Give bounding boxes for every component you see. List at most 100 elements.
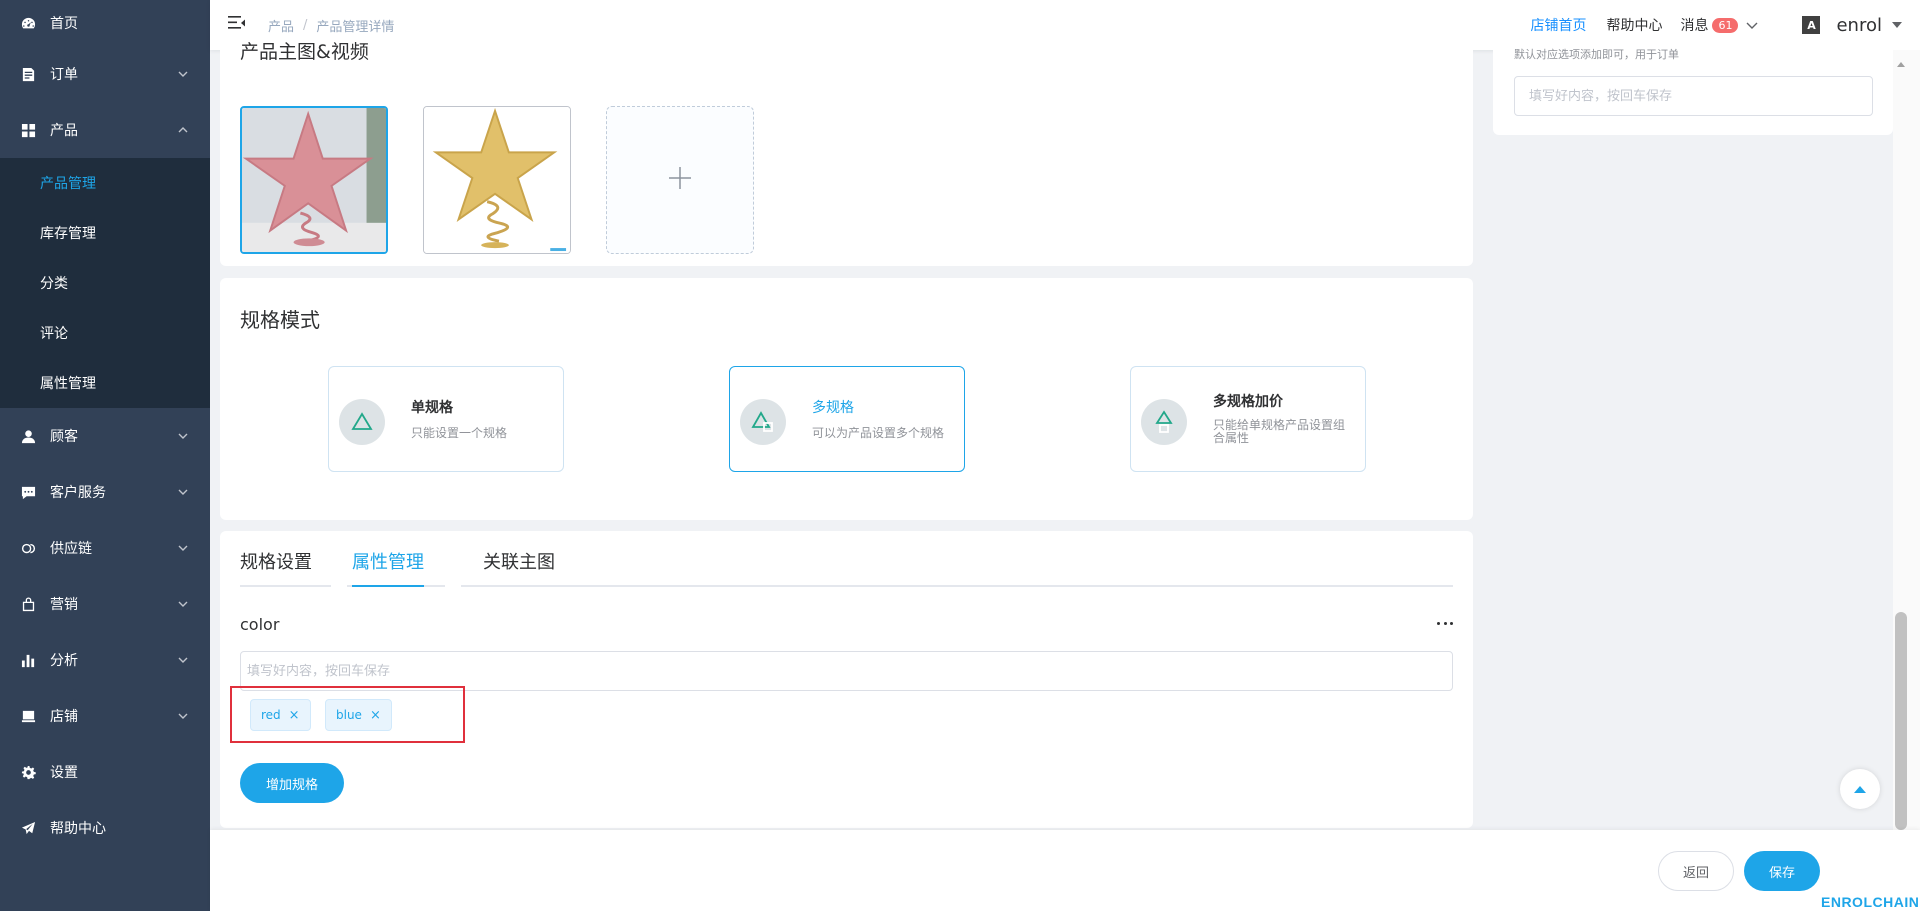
gear-icon [20,764,36,780]
spec-mode-title: 规格模式 [240,308,320,332]
user-name[interactable]: enrol [1836,15,1882,36]
tag-label: blue [336,708,362,722]
tab-spec-settings[interactable]: 规格设置 [240,551,312,587]
spec-mode-card: 规格模式 单规格 只能设置一个规格 多规格 可以为产品设置多个规格 多规格加价 … [220,278,1473,520]
triangle-icon [339,399,385,445]
spec-option-name: 单规格 [411,400,453,416]
sidebar-item-label: 设置 [50,765,78,781]
tag-label: red [261,708,281,722]
sidebar-item-supply-chain[interactable]: 供应链 [0,520,210,576]
send-icon [20,820,36,836]
breadcrumb: 产品 / 产品管理详情 [268,16,394,35]
order-icon [20,66,36,82]
sidebar-item-customers[interactable]: 顾客 [0,408,210,464]
attribute-card: 规格设置 属性管理 关联主图 color red × blue × 增加规格 [220,531,1473,828]
tab-gap [445,585,461,587]
sidebar-item-label: 店铺 [50,709,78,725]
message-count-badge: 61 [1712,17,1739,33]
caret-up-icon [1854,785,1866,793]
triangle-square-icon [740,399,786,445]
sidebar-item-product-management[interactable]: 产品管理 [0,158,210,208]
breadcrumb-item-current: 产品管理详情 [316,20,395,35]
close-icon[interactable]: × [370,708,381,723]
brand-logo-text: ENROLCHAIN [1821,894,1920,910]
attribute-tag-blue: blue × [325,699,392,731]
right-panel-cutoff-text: 默认对应选项添加即可，用于订单 [1514,48,1679,61]
upload-image-button[interactable] [606,106,754,254]
user-icon [20,428,36,444]
sidebar-item-store[interactable]: 店铺 [0,688,210,744]
sidebar-item-settings[interactable]: 设置 [0,744,210,800]
triangle-square-icon [1141,399,1187,445]
sidebar-item-label: 帮助中心 [50,821,106,837]
spec-option-desc: 只能设置一个规格 [411,426,508,440]
spec-option-single[interactable]: 单规格 只能设置一个规格 [328,366,564,472]
sidebar-item-marketing[interactable]: 营销 [0,576,210,632]
tab-linked-main-image[interactable]: 关联主图 [483,551,555,587]
chevron-down-icon [178,541,188,551]
sidebar-item-label: 顾客 [50,429,78,445]
right-panel-input[interactable] [1514,76,1873,116]
save-button[interactable]: 保存 [1744,851,1820,891]
scroll-up-icon[interactable] [1897,62,1905,67]
grid-icon [20,122,36,138]
footer-bar: 返回 保存 ENROLCHAIN [210,830,1920,911]
link-icon [20,540,36,556]
sidebar-item-label: 营销 [50,597,78,613]
sidebar-item-label: 客户服务 [50,485,106,501]
chat-icon [20,484,36,500]
tab-attribute-management[interactable]: 属性管理 [352,551,424,587]
sidebar-item-attributes[interactable]: 属性管理 [0,358,210,408]
attribute-name: color [240,615,280,634]
spec-option-name: 多规格 [812,400,854,416]
add-spec-button[interactable]: 增加规格 [240,763,344,803]
chevron-down-icon [178,67,188,77]
caret-down-icon[interactable] [1892,22,1902,28]
back-button[interactable]: 返回 [1658,851,1734,891]
sidebar-item-reviews[interactable]: 评论 [0,308,210,358]
chevron-down-icon [178,597,188,607]
sidebar-item-home[interactable]: 首页 [0,0,210,46]
sidebar-item-label: 供应链 [50,541,92,557]
chevron-down-icon [178,429,188,439]
sidebar-item-help[interactable]: 帮助中心 [0,800,210,856]
bag-icon [20,596,36,612]
images-section-title: 产品主图&视频 [240,41,369,63]
attribute-tabs: 规格设置 属性管理 关联主图 [240,551,1453,587]
sidebar-item-customer-service[interactable]: 客户服务 [0,464,210,520]
language-icon[interactable]: A [1802,16,1821,34]
breadcrumb-item-products[interactable]: 产品 [268,16,294,35]
chevron-down-icon [178,709,188,719]
store-home-link[interactable]: 店铺首页 [1530,15,1586,35]
close-icon[interactable]: × [289,708,300,723]
spec-option-desc: 可以为产品设置多个规格 [812,426,945,440]
sidebar-item-label: 产品 [50,123,78,139]
spec-option-multi-markup[interactable]: 多规格加价 只能给单规格产品设置组合属性 [1130,366,1366,472]
chevron-down-icon [178,485,188,495]
product-image-gold-star[interactable] [423,106,571,254]
spec-option-desc: 只能给单规格产品设置组合属性 [1213,418,1346,445]
sidebar-item-label: 分析 [50,653,78,669]
spec-option-multi[interactable]: 多规格 可以为产品设置多个规格 [729,366,965,472]
sidebar-item-label: 订单 [50,67,78,83]
menu-toggle-icon[interactable] [228,15,246,31]
sidebar: 首页 订单 产品 产品管理 库存管理 分类 评论 属性管理 顾客 客户服务 供应… [0,0,210,911]
product-images-card: 产品主图&视频 [220,41,1473,266]
sidebar-item-inventory[interactable]: 库存管理 [0,208,210,258]
messages-label: 消息 [1680,18,1709,34]
messages-dropdown[interactable]: 消息 61 [1680,15,1758,35]
scrollbar-thumb[interactable] [1895,612,1907,830]
sidebar-item-category[interactable]: 分类 [0,258,210,308]
back-to-top-button[interactable] [1840,769,1880,809]
plus-icon [667,165,693,195]
attribute-value-input[interactable] [240,651,1453,691]
sidebar-item-products[interactable]: 产品 [0,102,210,158]
attribute-tag-red: red × [250,699,311,731]
help-center-link[interactable]: 帮助中心 [1606,15,1662,35]
products-submenu: 产品管理 库存管理 分类 评论 属性管理 [0,158,210,408]
dashboard-icon [20,15,36,31]
product-image-pink-star[interactable] [240,106,388,254]
sidebar-item-orders[interactable]: 订单 [0,46,210,102]
sidebar-item-analytics[interactable]: 分析 [0,632,210,688]
more-options-icon[interactable] [1437,619,1453,627]
